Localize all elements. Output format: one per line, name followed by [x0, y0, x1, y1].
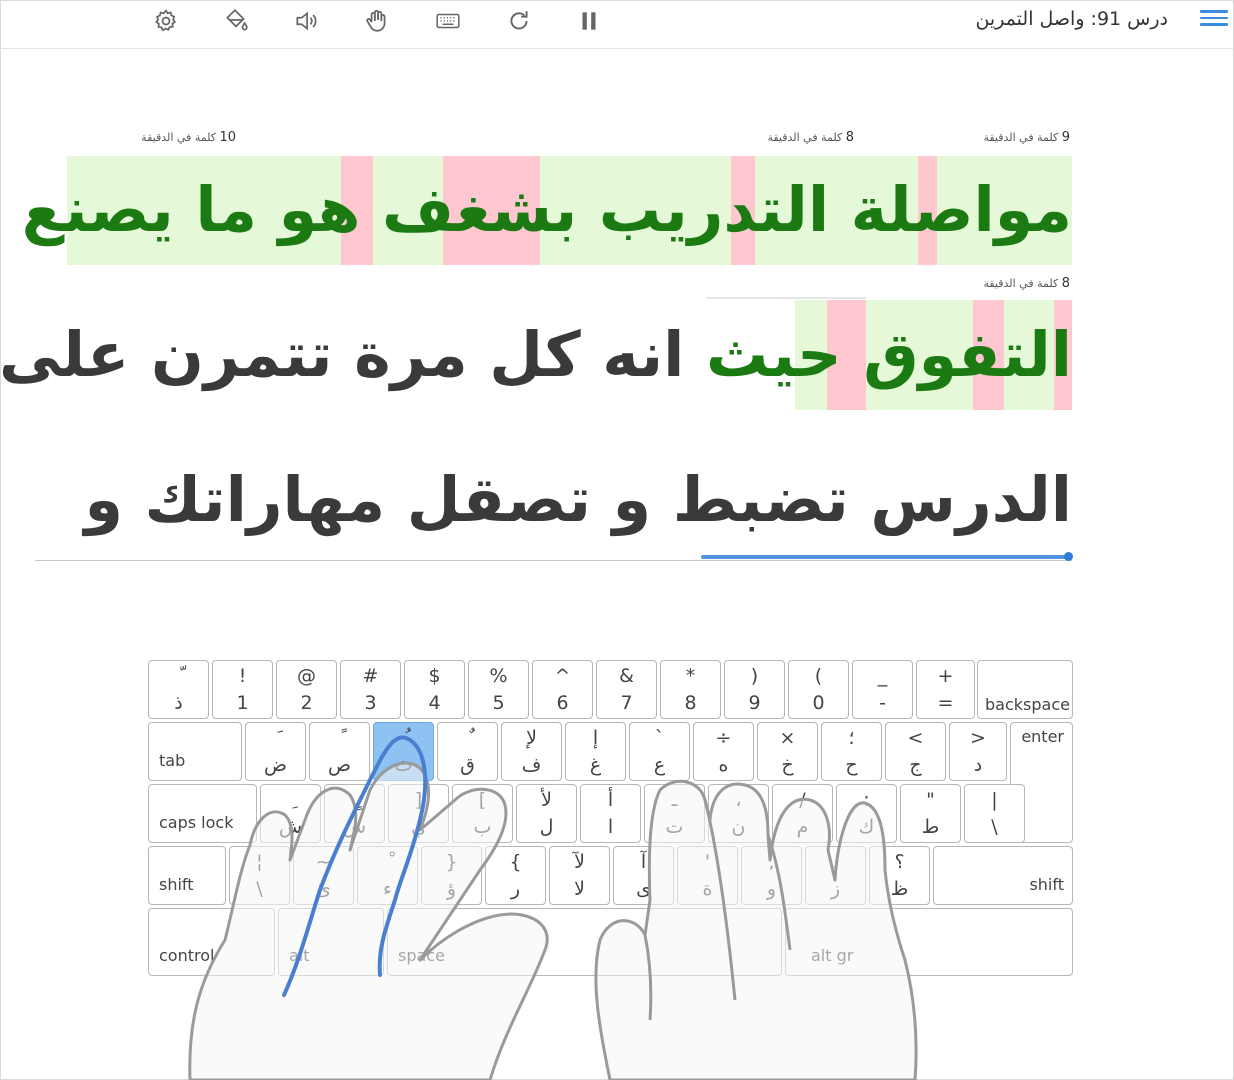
- key[interactable]: _ -: [852, 660, 913, 719]
- caps-lock-key[interactable]: caps lock: [148, 784, 257, 843]
- shift-right-key[interactable]: shift: [933, 846, 1073, 905]
- key[interactable]: + =: [916, 660, 975, 719]
- remaining-text: انه كل مرة تتمرن على: [0, 318, 685, 391]
- key[interactable]: × خ: [757, 722, 818, 781]
- key[interactable]: .ز: [805, 846, 866, 905]
- wpm-label: 10 كلمة في الدقيقة: [141, 130, 236, 145]
- key[interactable]: " ط: [900, 784, 961, 843]
- backspace-key[interactable]: backspace: [977, 660, 1073, 719]
- wpm-label: 8 كلمة في الدقيقة: [767, 130, 854, 145]
- cursor-track: [706, 297, 866, 299]
- key[interactable]: آى: [613, 846, 674, 905]
- key[interactable]: ـت: [644, 784, 705, 843]
- sound-icon[interactable]: [289, 6, 323, 36]
- key[interactable]: (0: [788, 660, 849, 719]
- key[interactable]: ~ ئ: [293, 846, 354, 905]
- key[interactable]: ÷ ه: [693, 722, 754, 781]
- key[interactable]: ٍس: [324, 784, 385, 843]
- key[interactable]: ؟ ظ: [869, 846, 930, 905]
- key[interactable]: ,و: [741, 846, 802, 905]
- lesson-title: درس 91: واصل التمرين: [975, 8, 1168, 30]
- shift-left-key[interactable]: shift: [148, 846, 226, 905]
- key[interactable]: % 5: [468, 660, 529, 719]
- typed-text: التفوق حيث: [706, 318, 1072, 391]
- restart-icon[interactable]: [502, 6, 536, 36]
- progress-indicator: [1064, 552, 1073, 561]
- wpm-label: 9 كلمة في الدقيقة: [983, 130, 1070, 145]
- key[interactable]: ¦ \: [229, 846, 290, 905]
- text-line-3: الدرس تضبط و تصقل مهاراتك و: [84, 463, 1072, 536]
- key[interactable]: ؛ ح: [821, 722, 882, 781]
- key[interactable]: * 8: [660, 660, 721, 719]
- alt-gr-key[interactable]: alt gr: [785, 908, 1073, 976]
- keyboard-icon[interactable]: [431, 6, 465, 36]
- key[interactable]: [ب: [452, 784, 513, 843]
- menu-icon[interactable]: [1200, 6, 1228, 28]
- key[interactable]: ًص: [309, 722, 370, 781]
- key[interactable]: إغ: [565, 722, 626, 781]
- key[interactable]: ` ع: [629, 722, 690, 781]
- key-active[interactable]: ُث: [373, 722, 434, 781]
- virtual-keyboard: ّذ !1 @2 #3 $4 %5 ^6 &7 *8 )9 (0 _- += b…: [148, 660, 1073, 978]
- key[interactable]: < ج: [885, 722, 946, 781]
- text-line-2: التفوق حيث انه كل مرة تتمرن على: [0, 300, 1072, 410]
- key[interactable]: َض: [245, 722, 306, 781]
- settings-icon[interactable]: [149, 6, 183, 36]
- key[interactable]: ' ة: [677, 846, 738, 905]
- hand-icon[interactable]: [360, 6, 394, 36]
- key[interactable]: ^ 6: [532, 660, 593, 719]
- key[interactable]: :ك: [836, 784, 897, 843]
- key[interactable]: أا: [580, 784, 641, 843]
- key[interactable]: | \: [964, 784, 1025, 843]
- line-separator: [35, 560, 1072, 561]
- key[interactable]: ! 1: [212, 660, 273, 719]
- control-key[interactable]: control: [148, 908, 275, 976]
- key[interactable]: ّذ: [148, 660, 209, 719]
- key[interactable]: لأ ل: [516, 784, 577, 843]
- key[interactable]: ، ن: [708, 784, 769, 843]
- progress-bar: [701, 555, 1071, 559]
- key[interactable]: ٌق: [437, 722, 498, 781]
- key[interactable]: > د: [949, 722, 1007, 781]
- wpm-label: 8 كلمة في الدقيقة: [983, 276, 1070, 291]
- toolbar: درس 91: واصل التمرين: [0, 0, 1234, 49]
- key[interactable]: / م: [772, 784, 833, 843]
- pause-icon[interactable]: [572, 6, 606, 36]
- key[interactable]: ] ي: [388, 784, 449, 843]
- key[interactable]: لإ ف: [501, 722, 562, 781]
- text-line-1: مواصلة التدريب بشغف هو ما يصنع: [21, 173, 1072, 246]
- key[interactable]: {ر: [485, 846, 546, 905]
- key[interactable]: } ؤ: [421, 846, 482, 905]
- alt-key[interactable]: alt: [278, 908, 384, 976]
- tab-key[interactable]: tab: [148, 722, 242, 781]
- key[interactable]: ْء: [357, 846, 418, 905]
- paint-bucket-icon[interactable]: [219, 6, 253, 36]
- space-key[interactable]: space: [387, 908, 782, 976]
- key[interactable]: لآ لا: [549, 846, 610, 905]
- key[interactable]: #3: [340, 660, 401, 719]
- key[interactable]: ِش: [260, 784, 321, 843]
- key[interactable]: ) 9: [724, 660, 785, 719]
- key[interactable]: & 7: [596, 660, 657, 719]
- key[interactable]: @2: [276, 660, 337, 719]
- key[interactable]: $4: [404, 660, 465, 719]
